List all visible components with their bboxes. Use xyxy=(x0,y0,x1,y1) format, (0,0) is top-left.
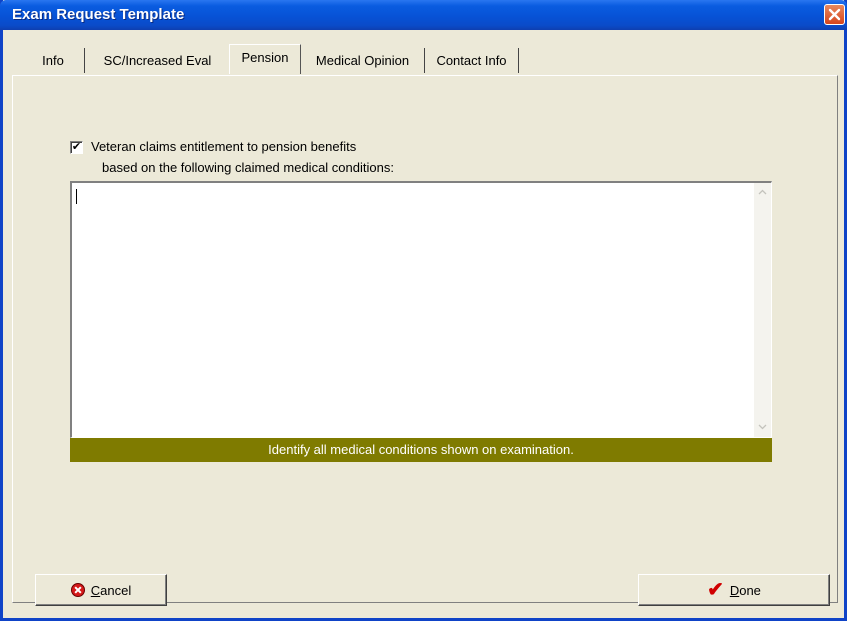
window-title: Exam Request Template xyxy=(12,6,185,23)
done-accel: D xyxy=(729,582,740,598)
close-button[interactable] xyxy=(824,4,845,25)
cancel-button[interactable]: Cancel xyxy=(35,574,167,606)
chevron-up-icon xyxy=(758,189,767,195)
claimed-conditions-textarea[interactable] xyxy=(70,181,772,438)
title-bar[interactable]: Exam Request Template xyxy=(0,0,847,30)
tab-medical-opinion[interactable]: Medical Opinion xyxy=(301,48,425,73)
tab-pension[interactable]: Pension xyxy=(229,44,301,74)
pension-checkbox-label: Veteran claims entitlement to pension be… xyxy=(91,139,357,154)
cancel-accel: C xyxy=(90,582,101,598)
tab-sc-increased-eval[interactable]: SC/Increased Eval xyxy=(85,48,230,73)
hint-bar: Identify all medical conditions shown on… xyxy=(70,438,772,462)
close-icon xyxy=(828,8,841,21)
checkmark-icon: ✔ xyxy=(707,579,724,601)
tab-strip: Info SC/Increased Eval Pension Medical O… xyxy=(12,44,832,76)
tab-contact-info[interactable]: Contact Info xyxy=(425,48,519,73)
tab-info[interactable]: Info xyxy=(22,48,85,73)
text-caret xyxy=(76,189,77,204)
scroll-down-button[interactable] xyxy=(754,419,771,436)
cancel-label: ancel xyxy=(100,582,132,598)
cancel-icon xyxy=(70,583,85,597)
pension-entitlement-checkbox[interactable]: ✔ xyxy=(70,141,83,154)
scroll-up-button[interactable] xyxy=(754,184,771,201)
chevron-down-icon xyxy=(758,424,767,430)
done-label: one xyxy=(739,582,761,598)
pension-checkbox-label-line2: based on the following claimed medical c… xyxy=(102,160,394,175)
vertical-scrollbar[interactable] xyxy=(754,183,771,437)
done-button[interactable]: ✔ Done xyxy=(638,574,830,606)
